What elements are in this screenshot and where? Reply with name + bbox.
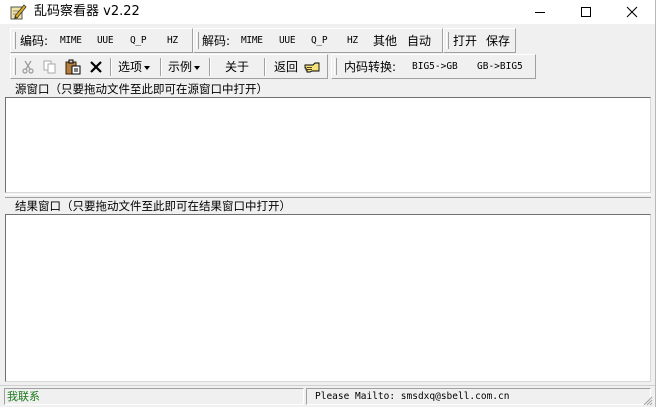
gb-to-big5-button[interactable]: GB->BIG5 [477, 58, 523, 76]
minimize-button[interactable] [517, 0, 563, 24]
pencil-notepad-icon [9, 3, 27, 21]
convert-label: 内码转换: [344, 60, 397, 74]
cut-icon [22, 60, 34, 74]
app-window: 乱码察看器 v2.22 编码: MIME UUE Q_P HZ 解码: MIME… [0, 0, 656, 407]
encode-mime-button[interactable]: MIME [60, 32, 82, 50]
source-textarea[interactable] [5, 97, 651, 193]
options-label: 选项 [118, 60, 143, 74]
save-button[interactable]: 保存 [486, 32, 510, 50]
toolbar-separator [160, 58, 162, 76]
minimize-icon [535, 12, 545, 13]
cut-button[interactable] [18, 58, 38, 76]
toolbar-separator [209, 58, 211, 76]
toolbar-row-1: 编码: MIME UUE Q_P HZ 解码: MIME UUE Q_P HZ … [0, 28, 655, 54]
copy-button[interactable] [40, 58, 60, 76]
big5-to-gb-button[interactable]: BIG5->GB [412, 58, 458, 76]
decode-qp-button[interactable]: Q_P [311, 32, 328, 50]
examples-label: 示例 [168, 60, 193, 74]
toolbar-separator [110, 58, 112, 76]
maximize-button[interactable] [563, 0, 609, 24]
toolbar-grip[interactable] [334, 58, 337, 75]
toolbar-row-2: 选项 示例 关于 返回 内码转换: BIG5->GB GB->BIG5 [0, 54, 655, 80]
delete-button[interactable] [86, 58, 106, 76]
decode-other-button[interactable]: 其他 [373, 32, 397, 50]
examples-dropdown[interactable]: 示例 [168, 58, 201, 76]
delete-icon [90, 61, 102, 73]
options-dropdown[interactable]: 选项 [118, 58, 151, 76]
source-pane-label: 源窗口（只要拖动文件至此即可在源窗口中打开） [15, 82, 268, 96]
encode-qp-button[interactable]: Q_P [130, 32, 147, 50]
convert-band: 内码转换: BIG5->GB GB->BIG5 [331, 54, 536, 79]
toolbar-grip[interactable] [13, 32, 16, 49]
toolbar-grip[interactable] [196, 32, 199, 49]
decode-label: 解码: [202, 34, 231, 48]
paste-button[interactable] [63, 58, 83, 76]
resize-grip-icon[interactable] [643, 395, 653, 406]
pointing-hand-icon [302, 58, 322, 76]
encode-band: 编码: MIME UUE Q_P HZ [10, 28, 193, 53]
toolbar-grip[interactable] [13, 58, 16, 75]
edit-band: 选项 示例 关于 返回 [10, 54, 328, 79]
chevron-down-icon [194, 65, 201, 70]
back-button[interactable]: 返回 [274, 58, 298, 76]
encode-label: 编码: [20, 34, 49, 48]
open-button[interactable]: 打开 [453, 32, 477, 50]
back-label: 返回 [274, 60, 299, 74]
decode-uue-button[interactable]: UUE [279, 32, 296, 50]
result-textarea[interactable] [5, 214, 651, 382]
encode-hz-button[interactable]: HZ [167, 32, 178, 50]
title-bar[interactable]: 乱码察看器 v2.22 [0, 0, 655, 24]
mailto-status: Please Mailto: smsdxq@sbell.com.cn [306, 388, 651, 405]
encode-uue-button[interactable]: UUE [97, 32, 114, 50]
decode-band: 解码: MIME UUE Q_P HZ 其他 自动 [193, 28, 443, 53]
result-pane-label: 结果窗口（只要拖动文件至此即可在结果窗口中打开） [15, 199, 291, 213]
maximize-icon [581, 7, 591, 17]
toolbar-separator [264, 58, 266, 76]
copy-icon [43, 60, 56, 74]
close-icon [626, 6, 638, 18]
about-button[interactable]: 关于 [225, 58, 249, 76]
contact-status[interactable]: 我联系 [4, 388, 304, 405]
close-button[interactable] [609, 0, 655, 24]
status-bar: 我联系 Please Mailto: smsdxq@sbell.com.cn [0, 385, 655, 407]
toolbar-grip[interactable] [446, 32, 449, 49]
window-title: 乱码察看器 v2.22 [34, 4, 140, 19]
file-band: 打开 保存 [443, 28, 516, 53]
decode-hz-button[interactable]: HZ [347, 32, 358, 50]
chevron-down-icon [144, 65, 151, 70]
decode-mime-button[interactable]: MIME [241, 32, 263, 50]
paste-icon [65, 59, 81, 75]
decode-auto-button[interactable]: 自动 [407, 32, 431, 50]
